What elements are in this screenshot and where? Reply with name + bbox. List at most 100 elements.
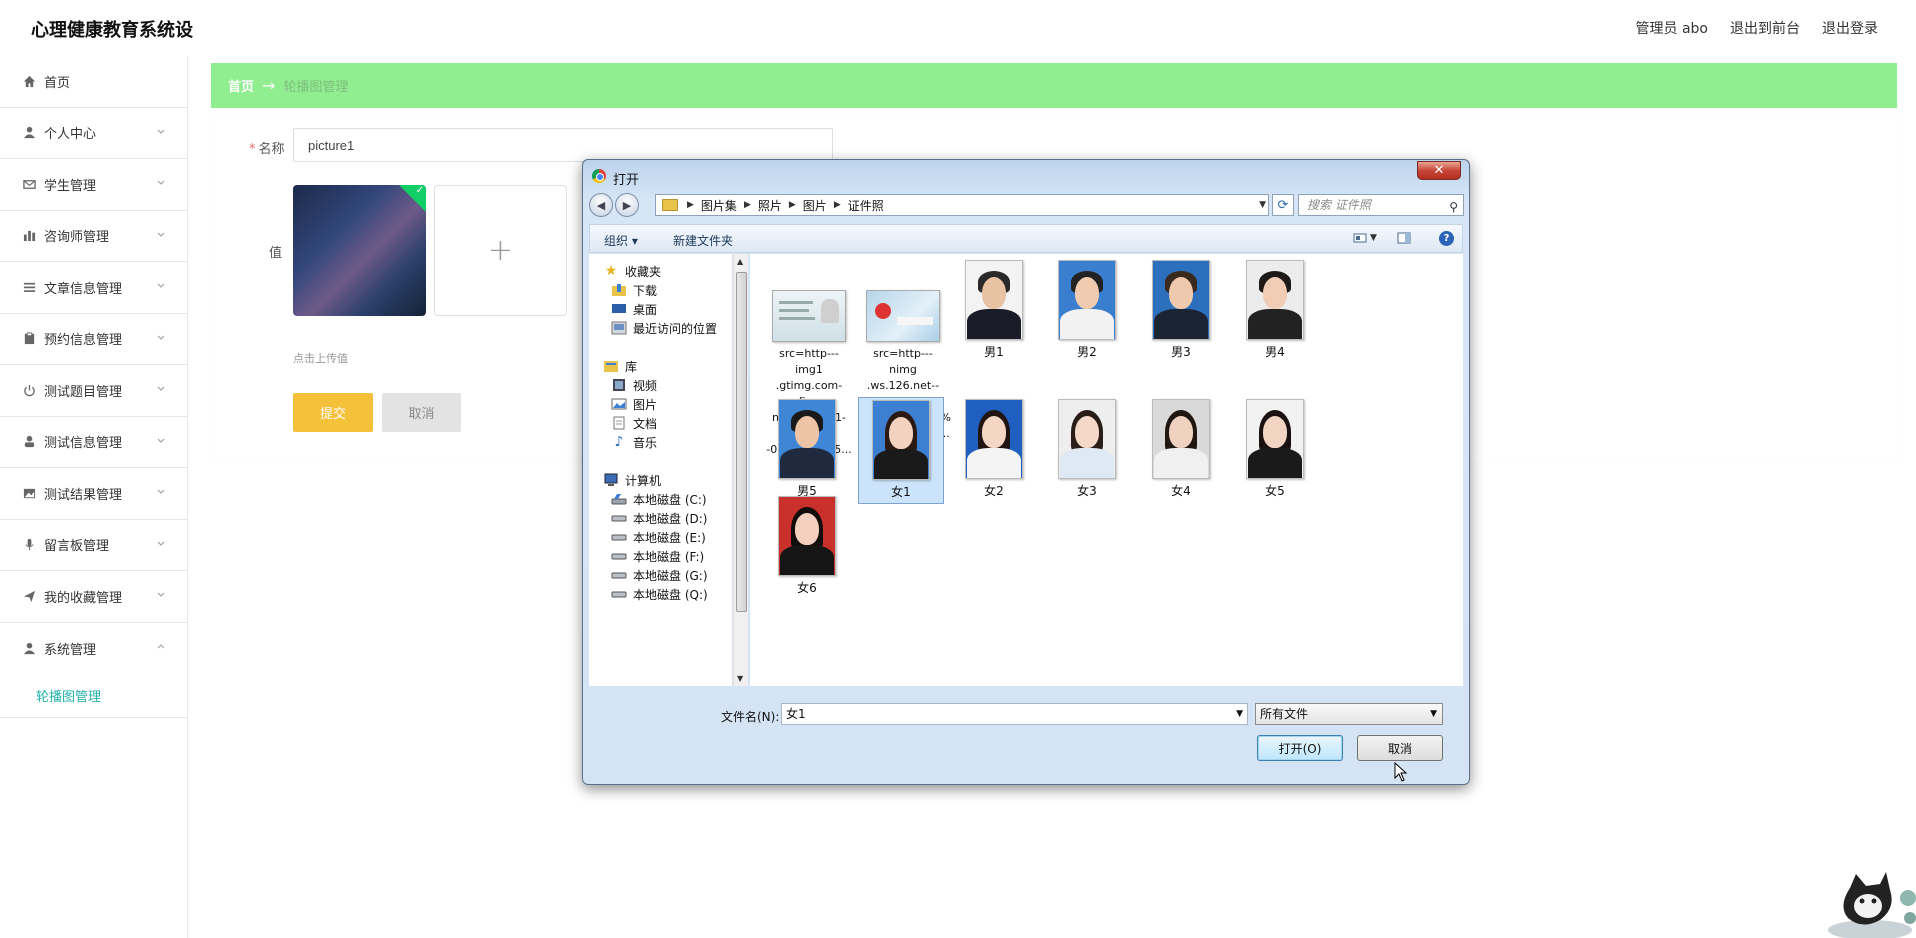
tree-videos[interactable]: 视频 bbox=[611, 375, 657, 395]
tree-label: 计算机 bbox=[625, 473, 662, 488]
scrollbar-thumb[interactable] bbox=[736, 272, 747, 612]
file-item[interactable]: 女1 bbox=[858, 397, 944, 504]
sidebar-item-label: 个人中心 bbox=[44, 127, 97, 143]
scroll-up-icon[interactable]: ▲ bbox=[737, 257, 743, 266]
address-bar[interactable]: ▶ 图片集 ▶ 照片 ▶ 图片 ▶ 证件照 ▼ bbox=[655, 194, 1269, 216]
sidebar-item-test-questions[interactable]: 测试题目管理 bbox=[0, 365, 187, 417]
chevron-down-icon[interactable]: ▼ bbox=[1259, 200, 1266, 210]
search-input[interactable]: 搜索 证件照 ⚲ bbox=[1298, 194, 1464, 216]
user-icon bbox=[22, 126, 36, 140]
path-segment[interactable]: 图片集 bbox=[701, 197, 737, 214]
upload-button[interactable]: + bbox=[434, 185, 567, 316]
tree-label: 视频 bbox=[633, 378, 658, 393]
tree-music[interactable]: ♪ 音乐 bbox=[611, 432, 657, 452]
desktop-icon bbox=[611, 302, 627, 316]
clipboard-icon bbox=[22, 332, 36, 346]
tree-drive-e[interactable]: 本地磁盘 (E:) bbox=[611, 527, 706, 547]
preview-pane-icon[interactable] bbox=[1397, 231, 1411, 245]
sidebar-item-test-info[interactable]: 测试信息管理 bbox=[0, 417, 187, 468]
file-item[interactable]: 男4 bbox=[1232, 258, 1318, 363]
tree-label: 本地磁盘 (Q:) bbox=[633, 587, 708, 602]
sidebar-item-message-board[interactable]: 留言板管理 bbox=[0, 520, 187, 571]
tree-drive-q[interactable]: 本地磁盘 (Q:) bbox=[611, 584, 708, 604]
file-item[interactable]: 女3 bbox=[1044, 397, 1130, 502]
forward-arrow-icon[interactable]: ▶ bbox=[615, 193, 639, 217]
sidebar-item-label: 测试题目管理 bbox=[44, 384, 123, 400]
file-item[interactable]: 女5 bbox=[1232, 397, 1318, 502]
file-item[interactable]: 男2 bbox=[1044, 258, 1130, 363]
tree-documents[interactable]: 文档 bbox=[611, 413, 657, 433]
mic-icon bbox=[22, 538, 36, 552]
sidebar-item-students[interactable]: 学生管理 bbox=[0, 159, 187, 211]
file-name: 男1 bbox=[984, 345, 1004, 359]
admin-user-label: 管理员 abo bbox=[1635, 21, 1708, 37]
name-input[interactable] bbox=[293, 128, 833, 162]
scroll-down-icon[interactable]: ▼ bbox=[737, 674, 743, 683]
sidebar-subitem-carousel[interactable]: 轮播图管理 bbox=[0, 674, 187, 718]
tree-label: 本地磁盘 (E:) bbox=[633, 530, 706, 545]
sidebar-item-system[interactable]: 系统管理 bbox=[0, 623, 187, 675]
submit-button[interactable]: 提交 bbox=[293, 393, 373, 432]
sidebar-item-appointments[interactable]: 预约信息管理 bbox=[0, 314, 187, 365]
chevron-down-icon bbox=[157, 283, 165, 288]
chevron-down-icon bbox=[157, 592, 165, 597]
back-to-front-link[interactable]: 退出到前台 bbox=[1730, 18, 1800, 38]
path-segment[interactable]: 图片 bbox=[803, 197, 827, 214]
path-segment[interactable]: 证件照 bbox=[848, 197, 884, 214]
view-icon[interactable] bbox=[1353, 231, 1367, 245]
tree-favorites[interactable]: ★ 收藏夹 bbox=[603, 261, 661, 281]
drive-icon bbox=[611, 530, 627, 544]
sidebar: 首页 个人中心 学生管理 咨询师管理 文章信息管理 预约信息管理 测试题目管理 … bbox=[0, 56, 188, 938]
organize-menu[interactable]: 组织 ▾ bbox=[604, 232, 638, 249]
tree-drive-g[interactable]: 本地磁盘 (G:) bbox=[611, 565, 708, 585]
tree-label: 桌面 bbox=[633, 302, 658, 317]
tree-recent[interactable]: 最近访问的位置 bbox=[611, 318, 717, 338]
dialog-close-button[interactable]: ✕ bbox=[1417, 161, 1461, 180]
chevron-down-icon[interactable]: ▼ bbox=[1236, 704, 1243, 724]
send-icon bbox=[22, 589, 36, 603]
nav-pane-scrollbar[interactable]: ▲ ▼ bbox=[733, 254, 748, 686]
back-arrow-icon[interactable]: ◀ bbox=[589, 193, 613, 217]
file-item[interactable]: 女6 bbox=[764, 494, 850, 599]
tree-drive-d[interactable]: 本地磁盘 (D:) bbox=[611, 508, 707, 528]
file-item[interactable]: 男5 bbox=[764, 397, 850, 502]
tree-drive-f[interactable]: 本地磁盘 (F:) bbox=[611, 546, 704, 566]
refresh-icon[interactable]: ⟳ bbox=[1272, 194, 1294, 216]
tree-label: 库 bbox=[625, 359, 638, 374]
tree-downloads[interactable]: 下载 bbox=[611, 280, 657, 300]
tree-drive-c[interactable]: 本地磁盘 (C:) bbox=[611, 489, 707, 509]
tree-desktop[interactable]: 桌面 bbox=[611, 299, 657, 319]
filetype-select[interactable]: 所有文件 ▼ bbox=[1255, 703, 1443, 725]
help-icon[interactable]: ? bbox=[1439, 231, 1454, 246]
file-item[interactable]: 男3 bbox=[1138, 258, 1224, 363]
file-item[interactable]: 男1 bbox=[951, 258, 1037, 363]
sidebar-item-favorites[interactable]: 我的收藏管理 bbox=[0, 571, 187, 623]
tree-computer[interactable]: 计算机 bbox=[603, 470, 661, 490]
new-folder-button[interactable]: 新建文件夹 bbox=[673, 232, 733, 249]
female-portrait-thumbnail bbox=[965, 399, 1023, 479]
chevron-down-icon[interactable]: ▼ bbox=[1370, 233, 1384, 247]
sidebar-item-personal[interactable]: 个人中心 bbox=[0, 108, 187, 159]
sidebar-item-test-results[interactable]: 测试结果管理 bbox=[0, 468, 187, 520]
sidebar-item-articles[interactable]: 文章信息管理 bbox=[0, 262, 187, 314]
cancel-button[interactable]: 取消 bbox=[382, 393, 461, 432]
sidebar-item-counselors[interactable]: 咨询师管理 bbox=[0, 211, 187, 262]
dialog-cancel-button[interactable]: 取消 bbox=[1357, 735, 1443, 761]
chevron-down-icon bbox=[157, 232, 165, 237]
sidebar-item-home[interactable]: 首页 bbox=[0, 56, 187, 108]
logout-link[interactable]: 退出登录 bbox=[1822, 18, 1878, 38]
file-item[interactable]: 女2 bbox=[951, 397, 1037, 502]
drive-icon bbox=[611, 587, 627, 601]
tree-libraries[interactable]: 库 bbox=[603, 356, 637, 376]
tree-pictures[interactable]: 图片 bbox=[611, 394, 657, 414]
uploaded-image-thumbnail[interactable]: ✓ bbox=[293, 185, 426, 316]
open-button[interactable]: 打开(O) bbox=[1257, 735, 1343, 761]
breadcrumb-home[interactable]: 首页 bbox=[228, 76, 254, 95]
sidebar-item-label: 留言板管理 bbox=[44, 539, 110, 555]
list-icon bbox=[22, 280, 36, 294]
path-segment[interactable]: 照片 bbox=[758, 197, 782, 214]
file-name: 女4 bbox=[1171, 484, 1191, 498]
filename-input[interactable]: 女1 ▼ bbox=[781, 703, 1248, 725]
file-item[interactable]: 女4 bbox=[1138, 397, 1224, 502]
upload-hint: 点击上传值 bbox=[293, 352, 348, 365]
